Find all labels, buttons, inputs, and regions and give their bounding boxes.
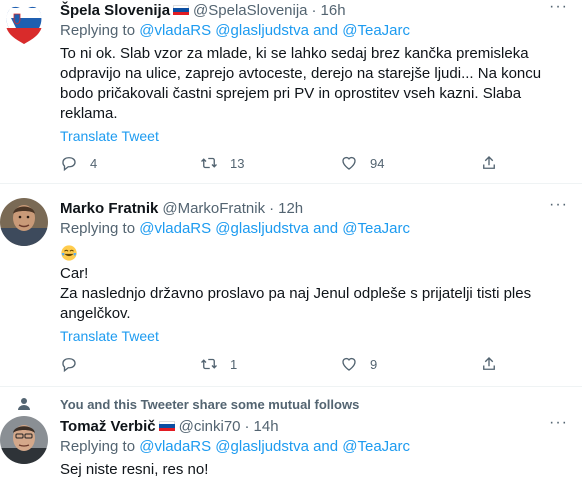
reply-icon (62, 358, 76, 373)
retweet-button[interactable]: 13 (200, 154, 300, 172)
tweet-text: To ni ok. Slab vzor za mlade, ki se lahk… (60, 45, 542, 122)
timestamp[interactable]: 12h (278, 200, 303, 217)
translate-tweet-link[interactable]: Translate Tweet (60, 128, 570, 148)
like-count: 9 (370, 356, 378, 372)
reply-icon (62, 157, 76, 172)
avatar[interactable] (0, 0, 48, 48)
tweet-text: Car! Za naslednjo državno proslavo pa na… (60, 242, 570, 324)
more-options-icon[interactable]: ··· (549, 196, 568, 214)
heart-icon (342, 357, 356, 371)
tweet-header: Tomaž Verbič @cinki70 · 14h ··· (60, 414, 570, 436)
tweet-header: Špela Slovenija @SpelaSlovenija · 16h ··… (60, 0, 570, 20)
tweet-line-2: Za naslednjo državno proslavo pa naj Jen… (60, 285, 532, 322)
slovenia-flag-icon (158, 420, 175, 432)
separator-dot: · (311, 1, 317, 19)
mutual-follows-notice: You and this Tweeter share some mutual f… (0, 394, 582, 414)
avatar[interactable] (0, 198, 48, 246)
replying-to-link[interactable]: @vladaRS @glasljudstva and @TeaJarc (139, 22, 410, 39)
timestamp[interactable]: 16h (321, 2, 346, 19)
display-name[interactable]: Marko Fratnik (60, 200, 158, 217)
timestamp[interactable]: 14h (254, 418, 279, 435)
reply-count: 4 (90, 155, 98, 171)
tweet-divider (0, 183, 582, 184)
retweet-icon (201, 157, 217, 169)
user-handle[interactable]: @MarkoFratnik (162, 200, 265, 217)
replying-prefix: Replying to (60, 438, 140, 455)
tweet-actions: 4 13 94 (60, 154, 500, 172)
user-handle[interactable]: @cinki70 (179, 418, 241, 435)
like-button[interactable]: 9 (340, 355, 440, 373)
mutual-follows-text: You and this Tweeter share some mutual f… (60, 396, 360, 412)
avatar[interactable] (0, 416, 48, 464)
replying-prefix: Replying to (60, 22, 140, 39)
slovenia-flag-icon (173, 4, 190, 16)
tweet-header: Marko Fratnik @MarkoFratnik · 12h ··· (60, 196, 570, 218)
reply-button[interactable]: 4 (60, 154, 160, 172)
tweet-marko[interactable]: Marko Fratnik @MarkoFratnik · 12h ··· Re… (0, 196, 582, 386)
replying-to: Replying to @vladaRS @glasljudstva and @… (60, 438, 570, 458)
user-handle[interactable]: @SpelaSlovenija (193, 2, 307, 19)
share-icon (483, 357, 495, 370)
retweet-button[interactable]: 1 (200, 355, 300, 373)
share-button[interactable] (480, 154, 500, 172)
tweet-text: Sej niste resni, res no! (60, 461, 209, 478)
separator-dot: · (244, 417, 250, 435)
tweet-spela[interactable]: Špela Slovenija @SpelaSlovenija · 16h ··… (0, 0, 582, 183)
tweet-tomaz[interactable]: Tomaž Verbič @cinki70 · 14h ··· Replying… (0, 414, 582, 483)
share-icon (483, 156, 495, 169)
more-options-icon[interactable]: ··· (549, 414, 568, 432)
replying-to-link[interactable]: @vladaRS @glasljudstva and @TeaJarc (139, 220, 410, 237)
replying-to: Replying to @vladaRS @glasljudstva and @… (60, 22, 570, 42)
tweet-divider (0, 386, 582, 387)
share-button[interactable] (480, 355, 500, 373)
display-name[interactable]: Špela Slovenija (60, 2, 170, 19)
replying-to: Replying to @vladaRS @glasljudstva and @… (60, 220, 570, 240)
reply-button[interactable] (60, 355, 160, 373)
tweet-actions: 1 9 (60, 355, 500, 373)
like-button[interactable]: 94 (340, 154, 440, 172)
retweet-count: 13 (230, 155, 245, 171)
person-icon (0, 397, 48, 411)
replying-to-link[interactable]: @vladaRS @glasljudstva and @TeaJarc (139, 438, 410, 455)
retweet-icon (201, 358, 217, 370)
separator-dot: · (269, 199, 275, 217)
retweet-count: 1 (230, 356, 238, 372)
translate-tweet-link[interactable]: Translate Tweet (60, 328, 570, 348)
replying-prefix: Replying to (60, 220, 140, 237)
more-options-icon[interactable]: ··· (549, 0, 568, 16)
like-count: 94 (370, 155, 385, 171)
heart-icon (342, 156, 356, 170)
display-name[interactable]: Tomaž Verbič (60, 418, 156, 435)
tweet-line-1: Car! (60, 265, 89, 282)
tears-of-joy-emoji-icon (60, 242, 570, 264)
